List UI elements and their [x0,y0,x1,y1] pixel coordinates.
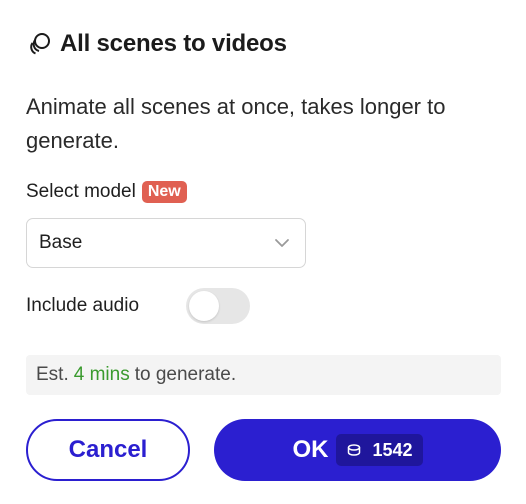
estimate-suffix: to generate. [134,364,237,385]
include-audio-toggle[interactable] [186,288,250,324]
estimate-box: Est. 4 mins to generate. [26,355,501,395]
credit-cost-chip: 1542 [336,434,423,466]
include-audio-label: Include audio [26,295,140,316]
dialog-description: Animate all scenes at once, takes longer… [26,94,446,153]
include-audio-row: Include audio [26,288,256,324]
model-select-value: Base [39,232,83,253]
ok-button-label: OK [292,436,329,463]
dialog-title: All scenes to videos [60,30,287,57]
select-model-label: Select model [26,181,136,202]
toggle-knob [189,291,219,321]
cancel-button-label: Cancel [68,436,148,463]
model-label-row: Select model New [26,181,187,203]
chevron-down-icon [273,234,291,252]
coin-stack-icon [346,442,362,458]
scenes-to-videos-dialog: All scenes to videos Animate all scenes … [0,0,526,504]
cancel-button[interactable]: Cancel [26,419,190,481]
new-badge: New [141,181,187,203]
dialog-header: All scenes to videos [26,30,287,58]
stack-circles-icon [26,30,54,58]
estimate-prefix: Est. [36,364,69,385]
estimate-time: 4 mins [73,364,130,385]
ok-button[interactable]: OK 1542 [214,419,501,481]
model-select[interactable]: Base [26,218,306,268]
credit-cost-value: 1542 [372,439,413,460]
